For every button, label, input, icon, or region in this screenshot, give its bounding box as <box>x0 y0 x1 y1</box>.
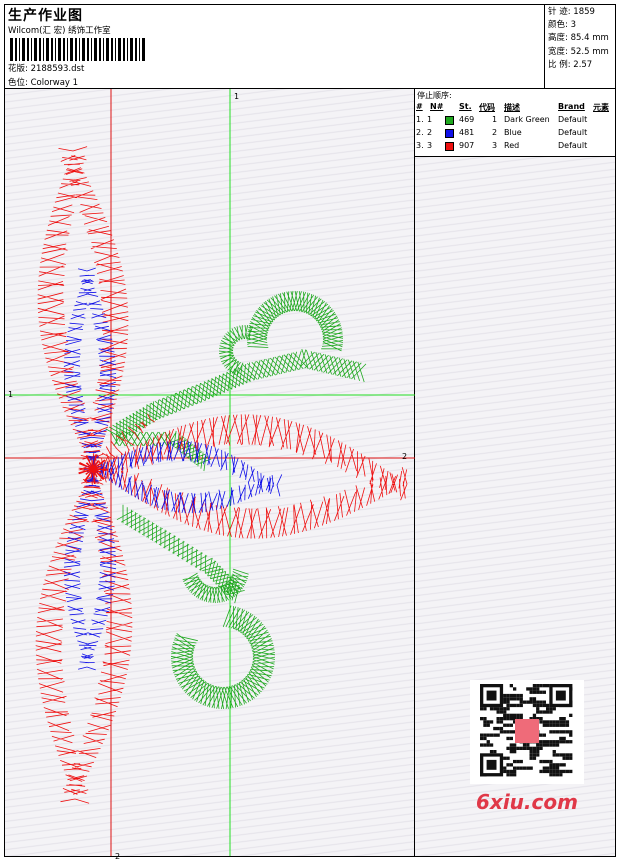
col-header-element: 元素 <box>593 103 609 112</box>
stat-scale: 比 例: 2.57 <box>548 59 593 70</box>
barcode-icon <box>10 38 145 61</box>
design-file-name: 2188593.dst <box>30 64 85 74</box>
row-index: 2. <box>416 128 424 137</box>
design-canvas[interactable]: 1 1 2 2 <box>5 89 415 861</box>
color-table-row: 1. 1 469 1 Dark Green Default <box>415 115 615 128</box>
guide-green-vertical-label: 1 <box>234 92 240 101</box>
embroidery-design <box>5 89 415 856</box>
page-title: 生产作业图 <box>8 8 83 24</box>
watermark-logo: 6xiu.com <box>476 790 578 814</box>
stat-colors: 颜色: 3 <box>548 20 576 31</box>
guide-red-horizontal-label: 2 <box>402 452 408 461</box>
header-block: 生产作业图 Wilcom(汇 宏) 绣饰工作室 花版: 2188593.dst … <box>5 5 545 89</box>
col-header-index: # <box>416 102 423 111</box>
row-needle: 1 <box>427 115 433 124</box>
colorway-label: 色位: <box>8 78 28 88</box>
row-stitches: 907 <box>459 141 475 150</box>
stat-height: 高度: 85.4 mm <box>548 33 609 44</box>
stats-block: 针 迹: 1859 颜色: 3 高度: 85.4 mm 宽度: 52.5 mm … <box>545 5 615 89</box>
color-swatch <box>445 142 454 151</box>
col-header-description: 描述 <box>504 103 520 112</box>
stat-stitches: 针 迹: 1859 <box>548 7 595 17</box>
studio-name: Wilcom(汇 宏) 绣饰工作室 <box>8 26 111 36</box>
color-table-row: 3. 3 907 3 Red Default <box>415 141 615 154</box>
row-description: Blue <box>504 128 522 137</box>
color-stop-table: 停止顺序: # N# St. 代码 描述 Brand 元素 1. 1 469 1 Dar… <box>415 89 615 157</box>
row-needle: 2 <box>427 128 433 137</box>
stat-width: 宽度: 52.5 mm <box>548 46 609 57</box>
row-code: 3 <box>492 141 498 150</box>
row-needle: 3 <box>427 141 433 150</box>
row-stitches: 481 <box>459 128 475 137</box>
row-code: 2 <box>492 128 498 137</box>
guide-red-vertical-label: 2 <box>115 852 121 861</box>
colorway-name: Colorway 1 <box>30 78 79 88</box>
row-description: Red <box>504 141 520 150</box>
col-header-needle: N# <box>430 102 444 111</box>
row-index: 3. <box>416 141 424 150</box>
design-file-label: 花版: <box>8 64 28 74</box>
row-stitches: 469 <box>459 115 475 124</box>
design-file-line: 花版: 2188593.dst <box>8 62 84 74</box>
row-brand: Default <box>558 128 588 137</box>
row-index: 1. <box>416 115 424 124</box>
colorway-line: 色位: Colorway 1 <box>8 76 78 88</box>
row-brand: Default <box>558 141 588 150</box>
color-table-title: 停止顺序: <box>417 91 452 100</box>
qr-code-icon <box>470 680 584 784</box>
row-description: Dark Green <box>504 115 550 124</box>
color-swatch <box>445 116 454 125</box>
row-code: 1 <box>492 115 498 124</box>
guide-green-horizontal-label: 1 <box>8 390 14 399</box>
col-header-stitches: St. <box>459 102 472 111</box>
col-header-code: 代码 <box>479 103 495 112</box>
color-table-row: 2. 2 481 2 Blue Default <box>415 128 615 141</box>
col-header-brand: Brand <box>558 102 585 111</box>
color-swatch <box>445 129 454 138</box>
row-brand: Default <box>558 115 588 124</box>
